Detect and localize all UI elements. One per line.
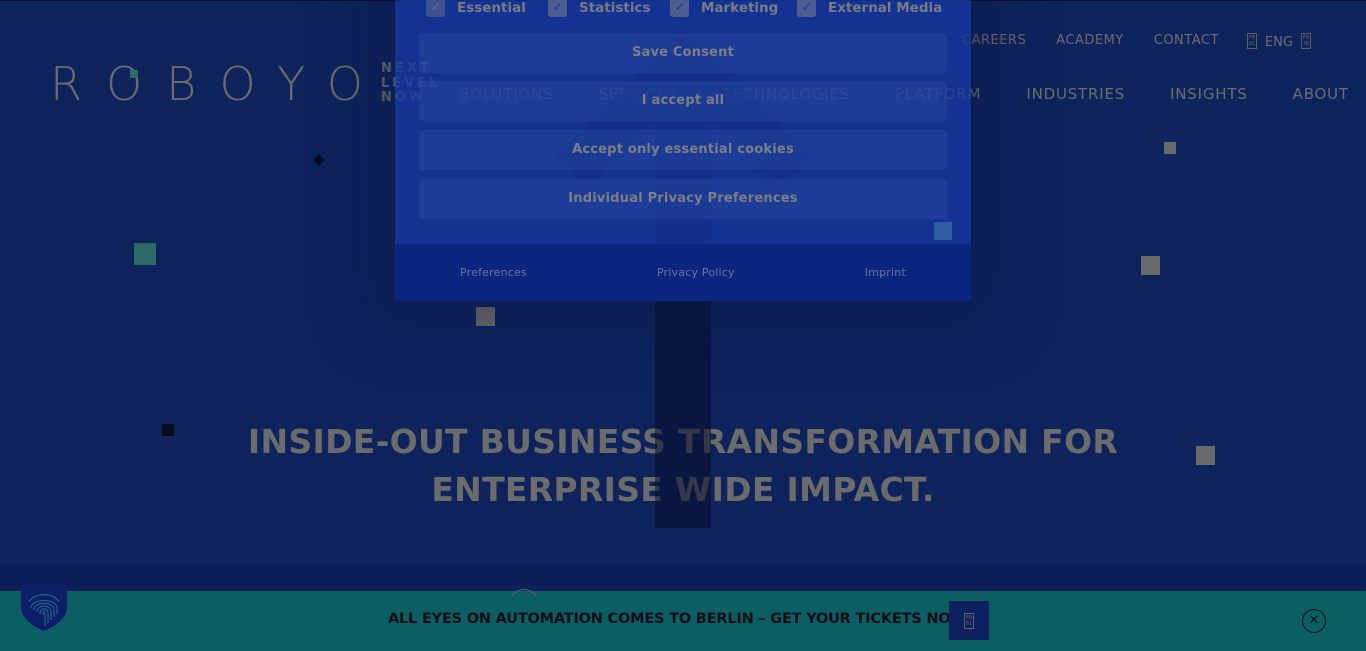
logo-wordmark: ROBOYO [50,57,387,111]
banner-close-button[interactable]: ✕ [1302,609,1326,633]
nav-contact[interactable]: CONTACT [1154,33,1219,48]
banner-text[interactable]: ALL EYES ON AUTOMATION COMES TO BERLIN –… [388,611,973,627]
event-banner: ALL EYES ON AUTOMATION COMES TO BERLIN –… [0,591,1366,651]
fingerprint-shield-icon[interactable] [21,584,67,632]
chevron-down-icon: F0 7B [1300,32,1311,49]
checkbox-statistics[interactable]: ✓ Statistics [548,0,670,17]
cookie-consent-dialog: ✓ Essential ✓ Statistics ✓ Marketing ✓ E… [395,0,971,301]
nav-industries[interactable]: INDUSTRIES [1026,85,1125,103]
utility-nav: CAREERS ACADEMY CONTACT F0 AC ENG F0 7B [962,31,1311,50]
checkbox-label: Essential [457,0,526,16]
globe-icon: F0 AC [1246,32,1257,49]
banner-cta-button[interactable]: F0 61 [949,601,989,640]
nav-careers[interactable]: CAREERS [962,33,1026,48]
decor-square [934,222,952,240]
individual-preferences-button[interactable]: Individual Privacy Preferences [419,179,947,219]
checkbox-essential[interactable]: ✓ Essential [426,0,548,17]
checkbox-label: Marketing [701,0,779,16]
decor-square [476,307,495,326]
privacy-policy-link[interactable]: Privacy Policy [657,266,735,279]
logo-accent-dot [130,70,138,78]
arrow-right-icon: F0 61 [964,612,974,629]
checkbox-label: External Media [828,0,943,16]
preferences-link[interactable]: Preferences [460,266,527,279]
check-icon: ✓ [548,0,567,17]
roboyo-logo[interactable]: ROBOYO NEXT LEVEL NOW [50,57,440,111]
cookie-footer: Preferences Privacy Policy Imprint [395,244,971,301]
accept-all-button[interactable]: I accept all [419,81,947,121]
accept-essential-button[interactable]: Accept only essential cookies [419,130,947,170]
imprint-link[interactable]: Imprint [865,266,906,279]
language-label: ENG [1264,35,1293,50]
check-icon: ✓ [670,0,689,17]
check-icon: ✓ [797,0,816,17]
checkbox-external-media[interactable]: ✓ External Media [797,0,942,17]
nav-insights[interactable]: INSIGHTS [1170,85,1248,103]
decor-square [1141,256,1160,275]
decor-square [134,243,156,265]
scroll-down-icon[interactable] [510,586,538,596]
check-icon: ✓ [426,0,445,17]
checkbox-label: Statistics [579,0,651,16]
cookie-category-list: ✓ Essential ✓ Statistics ✓ Marketing ✓ E… [426,0,942,17]
nav-academy[interactable]: ACADEMY [1056,33,1124,48]
decor-square [1164,142,1176,154]
checkbox-marketing[interactable]: ✓ Marketing [670,0,797,17]
language-selector[interactable]: F0 AC ENG F0 7B [1246,31,1311,50]
nav-about[interactable]: ABOUT [1293,85,1349,103]
hero-bottom-band [0,566,1366,591]
save-consent-button[interactable]: Save Consent [419,33,947,73]
